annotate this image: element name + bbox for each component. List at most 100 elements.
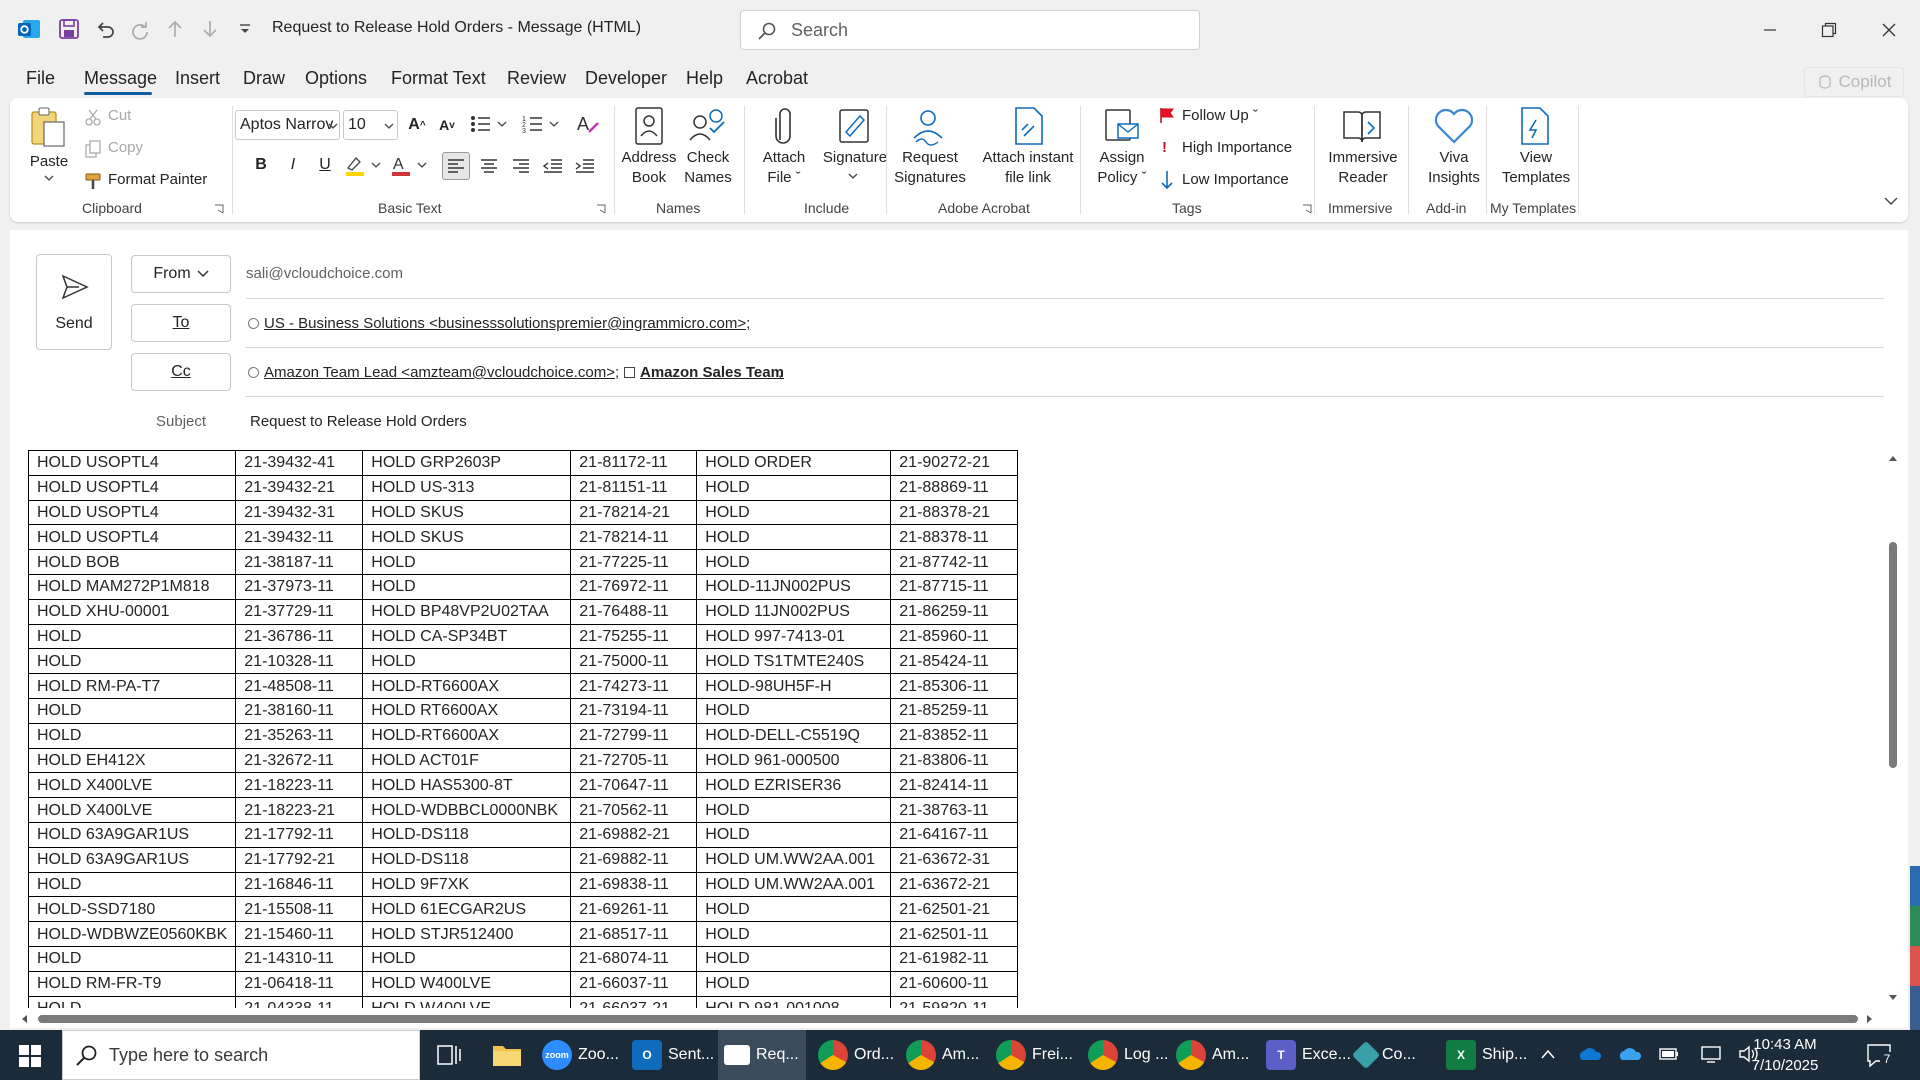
table-cell[interactable]: 21-66037-11 <box>570 970 698 997</box>
scroll-down-icon[interactable] <box>1888 994 1898 1002</box>
table-cell[interactable]: HOLD USOPTL4 <box>27 524 237 551</box>
table-cell[interactable]: 21-62501-11 <box>890 921 1019 947</box>
table-cell[interactable]: HOLD 61ECGAR2US <box>362 896 572 923</box>
show-hidden-icons-icon[interactable] <box>1540 1048 1556 1060</box>
close-button[interactable] <box>1873 14 1905 46</box>
table-cell[interactable]: 21-90272-21 <box>890 450 1019 476</box>
tab-file[interactable]: File <box>26 68 55 89</box>
table-cell[interactable]: HOLD 981-001008 <box>696 995 892 1008</box>
table-cell[interactable]: HOLD 997-7413-01 <box>696 623 892 650</box>
table-cell[interactable]: 21-75000-11 <box>570 648 698 675</box>
copilot-button[interactable]: Copilot <box>1804 67 1904 97</box>
decrease-font-size-icon[interactable]: Av <box>434 112 460 138</box>
table-cell[interactable]: 21-81172-11 <box>570 450 698 476</box>
table-cell[interactable]: 21-15460-11 <box>235 921 364 947</box>
table-cell[interactable]: 21-62501-21 <box>890 896 1019 923</box>
table-cell[interactable]: 21-61982-11 <box>890 945 1019 972</box>
check-names-button[interactable]: Check Names <box>677 148 739 188</box>
increase-indent-icon[interactable] <box>572 153 598 179</box>
table-cell[interactable]: HOLD <box>696 549 892 575</box>
immersive-reader-button[interactable]: Immersive Reader <box>1326 148 1400 188</box>
table-cell[interactable]: HOLD W400LVE <box>362 970 572 997</box>
table-cell[interactable]: 21-39432-11 <box>235 524 364 551</box>
undo-icon[interactable] <box>90 14 120 44</box>
arrow-up-icon[interactable] <box>160 14 190 44</box>
table-cell[interactable]: HOLD EZRISER36 <box>696 772 892 799</box>
table-cell[interactable]: HOLD <box>27 697 237 724</box>
to-recipient[interactable]: US - Business Solutions <businesssolutio… <box>248 315 750 332</box>
table-cell[interactable]: HOLD USOPTL4 <box>27 499 237 526</box>
signature-button[interactable]: Signature <box>820 148 890 168</box>
request-signatures-button[interactable]: Request Signatures <box>894 148 966 188</box>
table-cell[interactable]: 21-66037-21 <box>570 995 698 1008</box>
table-cell[interactable]: HOLD EH412X <box>27 747 237 774</box>
table-cell[interactable]: HOLD 63A9GAR1US <box>27 821 237 848</box>
paste-button[interactable]: Paste <box>28 152 70 172</box>
system-clock[interactable]: 10:43 AM 7/10/2025 <box>1730 1034 1840 1076</box>
to-button[interactable]: To <box>131 304 231 342</box>
table-cell[interactable]: HOLD USOPTL4 <box>27 474 237 501</box>
clear-formatting-icon[interactable]: A <box>576 112 600 136</box>
table-cell[interactable]: 21-18223-21 <box>235 797 364 823</box>
attach-file-button[interactable]: Attach File ˇ <box>754 148 814 188</box>
task-view-icon[interactable] <box>436 1042 462 1068</box>
table-cell[interactable]: 21-70562-11 <box>570 797 698 823</box>
redo-icon[interactable] <box>125 14 155 44</box>
table-cell[interactable]: 21-39432-21 <box>235 474 364 501</box>
table-cell[interactable]: 21-68074-11 <box>570 945 698 972</box>
table-cell[interactable]: 21-18223-11 <box>235 772 364 799</box>
taskbar-app-copilot[interactable]: Co... <box>1351 1030 1416 1080</box>
table-cell[interactable]: HOLD BOB <box>27 549 237 575</box>
table-cell[interactable]: 21-85259-11 <box>890 697 1019 724</box>
table-cell[interactable]: 21-88378-11 <box>890 524 1019 551</box>
table-cell[interactable]: HOLD <box>696 921 892 947</box>
cut-icon[interactable] <box>84 108 102 126</box>
table-cell[interactable]: 21-38187-11 <box>235 549 364 575</box>
restore-button[interactable] <box>1813 14 1845 46</box>
tab-message[interactable]: Message <box>84 68 157 89</box>
tab-help[interactable]: Help <box>686 68 723 89</box>
table-cell[interactable]: HOLD ACT01F <box>362 747 572 774</box>
table-cell[interactable]: HOLD US-313 <box>362 474 572 501</box>
table-cell[interactable]: HOLD-DS118 <box>362 821 572 848</box>
onedrive-personal-icon[interactable] <box>1618 1046 1642 1062</box>
table-cell[interactable]: 21-06418-11 <box>235 970 364 997</box>
collapse-ribbon-icon[interactable] <box>1884 196 1898 206</box>
cc-recipient[interactable]: Amazon Team Lead <amzteam@vcloudchoice.c… <box>248 364 619 381</box>
high-importance-button[interactable]: High Importance <box>1182 138 1292 158</box>
table-cell[interactable]: 21-39432-31 <box>235 499 364 526</box>
taskbar-app-chrome-freight[interactable]: Frei... <box>996 1030 1073 1080</box>
format-painter-icon[interactable] <box>84 172 102 190</box>
assign-policy-button[interactable]: Assign Policy ˇ <box>1090 148 1154 188</box>
cut-button[interactable]: Cut <box>108 106 131 126</box>
tab-draw[interactable]: Draw <box>243 68 285 89</box>
battery-icon[interactable] <box>1658 1044 1680 1064</box>
table-cell[interactable]: HOLD ORDER <box>696 450 892 476</box>
table-cell[interactable]: HOLD STJR512400 <box>362 921 572 947</box>
table-cell[interactable]: HOLD UM.WW2AA.001 <box>696 846 892 873</box>
align-left-button[interactable] <box>442 152 470 180</box>
table-cell[interactable]: HOLD USOPTL4 <box>27 450 237 476</box>
table-cell[interactable]: 21-88378-21 <box>890 499 1019 526</box>
dialog-launcher-icon[interactable] <box>1302 204 1312 214</box>
from-button[interactable]: From <box>131 255 231 293</box>
table-cell[interactable]: HOLD RT6600AX <box>362 697 572 724</box>
bold-icon[interactable]: B <box>248 152 274 178</box>
tab-insert[interactable]: Insert <box>175 68 220 89</box>
table-cell[interactable]: HOLD SKUS <box>362 499 572 526</box>
decrease-indent-icon[interactable] <box>540 153 566 179</box>
table-cell[interactable]: 21-86259-11 <box>890 598 1019 625</box>
table-cell[interactable]: HOLD GRP2603P <box>362 450 572 476</box>
paperclip-icon[interactable] <box>772 106 796 146</box>
table-cell[interactable]: 21-63672-21 <box>890 871 1019 898</box>
table-cell[interactable]: HOLD BP48VP2U02TAA <box>362 598 572 625</box>
table-cell[interactable]: 21-76488-11 <box>570 598 698 625</box>
table-cell[interactable]: 21-64167-11 <box>890 821 1019 848</box>
request-signatures-icon[interactable] <box>908 106 948 146</box>
table-cell[interactable]: HOLD <box>362 945 572 972</box>
send-button[interactable]: Send <box>36 254 112 350</box>
tab-options[interactable]: Options <box>305 68 367 89</box>
table-cell[interactable]: HOLD <box>27 871 237 898</box>
search-input[interactable]: Search <box>740 10 1200 50</box>
copy-icon[interactable] <box>84 140 102 158</box>
